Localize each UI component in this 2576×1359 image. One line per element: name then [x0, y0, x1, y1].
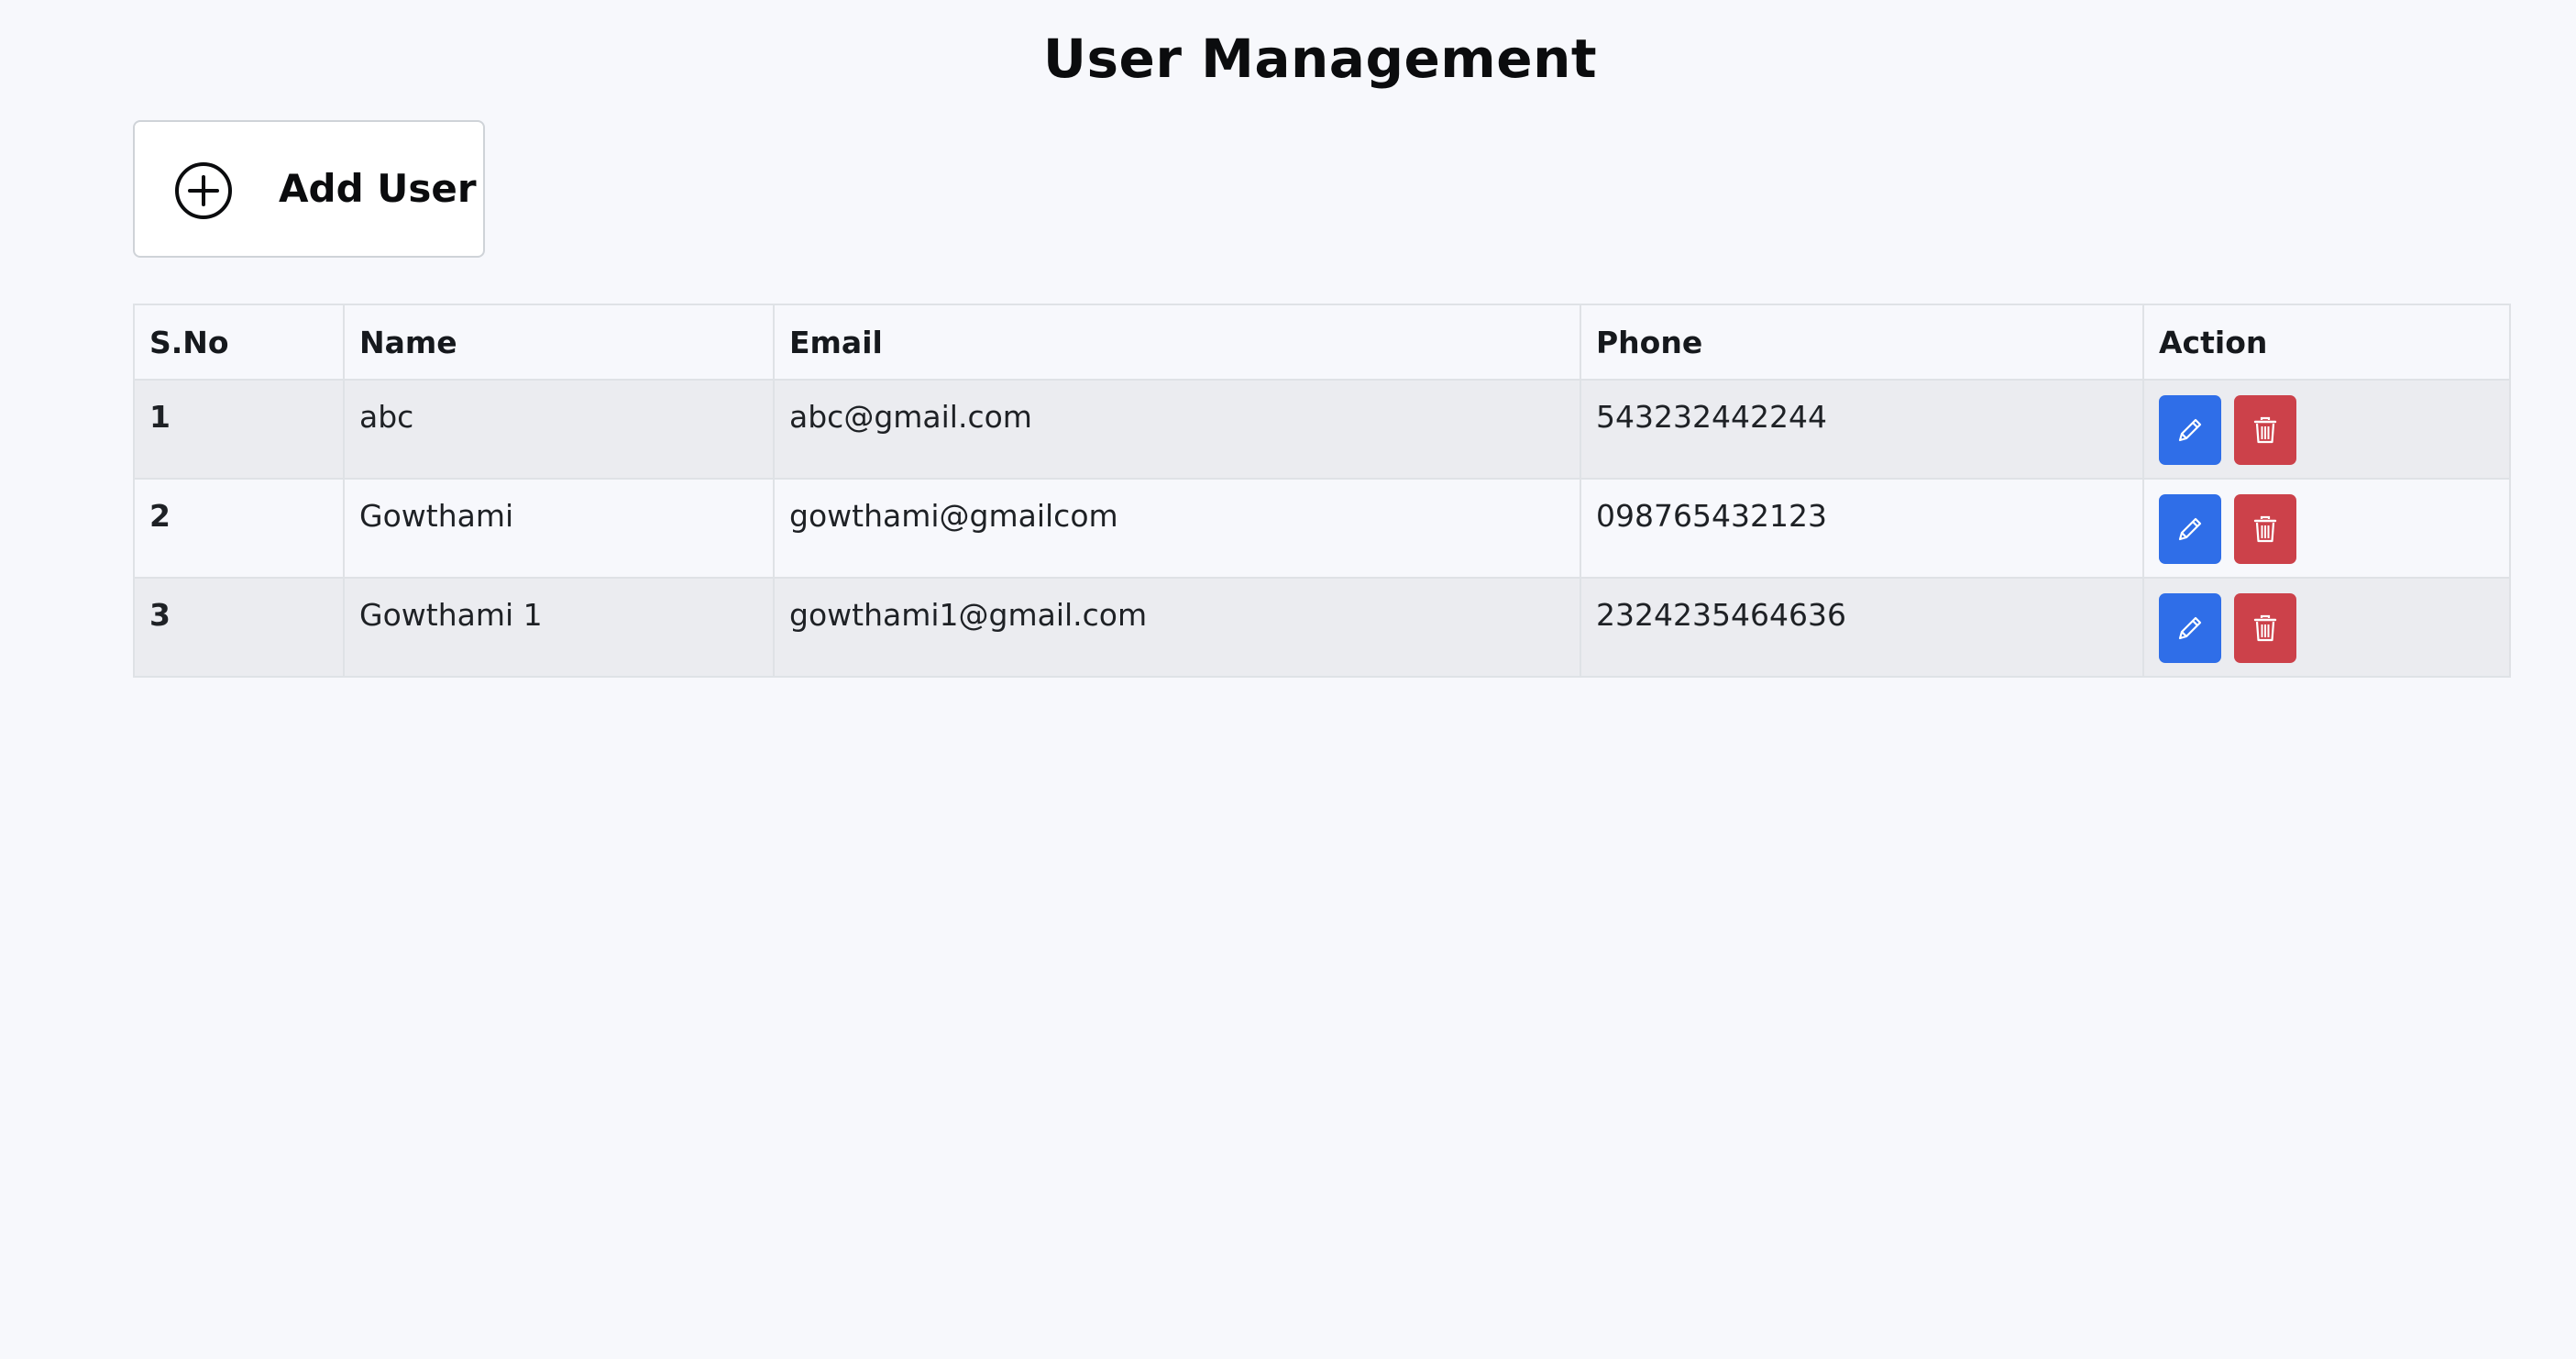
- table-header-row: S.No Name Email Phone Action: [133, 304, 2511, 381]
- delete-button[interactable]: [2234, 494, 2296, 564]
- pencil-icon: [2178, 616, 2202, 640]
- cell-email: abc@gmail.com: [773, 379, 1581, 480]
- cell-actions: [2142, 577, 2511, 678]
- table-row: 3 Gowthami 1 gowthami1@gmail.com 2324235…: [133, 577, 2511, 678]
- cell-phone: 098765432123: [1580, 478, 2144, 579]
- edit-button[interactable]: [2159, 494, 2221, 564]
- delete-button[interactable]: [2234, 395, 2296, 465]
- add-user-label: Add User: [279, 166, 477, 211]
- header-action: Action: [2142, 304, 2511, 381]
- users-table: S.No Name Email Phone Action 1 abc abc@g…: [133, 304, 2511, 678]
- table-row: 2 Gowthami gowthami@gmailcom 09876543212…: [133, 478, 2511, 579]
- header-phone: Phone: [1580, 304, 2144, 381]
- cell-email: gowthami1@gmail.com: [773, 577, 1581, 678]
- trash-icon: [2253, 416, 2277, 444]
- cell-email: gowthami@gmailcom: [773, 478, 1581, 579]
- trash-icon: [2253, 614, 2277, 642]
- add-user-button[interactable]: Add User: [133, 120, 485, 258]
- pencil-icon: [2178, 517, 2202, 541]
- pencil-icon: [2178, 418, 2202, 442]
- edit-button[interactable]: [2159, 593, 2221, 663]
- page-title: User Management: [1042, 28, 1598, 90]
- cell-actions: [2142, 478, 2511, 579]
- cell-phone: 543232442244: [1580, 379, 2144, 480]
- cell-name: Gowthami: [343, 478, 775, 579]
- cell-phone: 2324235464636: [1580, 577, 2144, 678]
- delete-button[interactable]: [2234, 593, 2296, 663]
- cell-name: abc: [343, 379, 775, 480]
- edit-button[interactable]: [2159, 395, 2221, 465]
- cell-name: Gowthami 1: [343, 577, 775, 678]
- plus-circle-icon: [175, 162, 232, 219]
- cell-sno: 2: [133, 478, 345, 579]
- trash-icon: [2253, 515, 2277, 543]
- cell-sno: 3: [133, 577, 345, 678]
- header-email: Email: [773, 304, 1581, 381]
- header-name: Name: [343, 304, 775, 381]
- cell-actions: [2142, 379, 2511, 480]
- cell-sno: 1: [133, 379, 345, 480]
- table-row: 1 abc abc@gmail.com 543232442244: [133, 379, 2511, 480]
- header-sno: S.No: [133, 304, 345, 381]
